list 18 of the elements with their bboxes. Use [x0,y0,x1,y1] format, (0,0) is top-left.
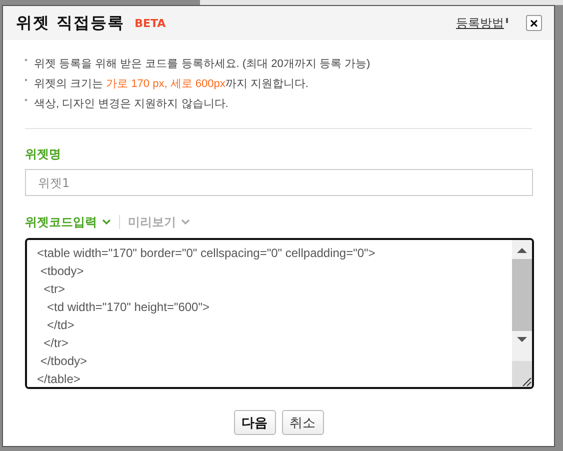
resize-grip-icon[interactable] [520,375,532,387]
beta-label: BETA [134,16,166,30]
cancel-button[interactable]: 취소 [282,410,324,435]
chevron-down-icon [181,219,190,225]
scroll-up-icon[interactable] [516,246,528,254]
note-text: 위젯의 크기는 가로 170 px, 세로 600px까지 지원합니다. [34,77,308,91]
note-text: 색상, 디자인 변경은 지원하지 않습니다. [34,97,228,111]
chevron-down-icon [102,219,111,225]
scrollbar[interactable] [512,240,532,387]
help-link[interactable]: 등록방법 [456,14,504,32]
scroll-down-icon[interactable] [516,336,528,344]
dialog-title: 위젯 직접등록 [16,12,125,34]
field-label: 위젯명 [25,146,62,163]
name-input-field[interactable]: 위젯1 [25,169,533,196]
note-text: 위젯 등록을 위해 받은 코드를 등록하세요. (최대 20개까지 등록 가능) [34,57,370,71]
code-input-field[interactable]: <table width="170" border="0" cellspacing="0" cellpadding="0"> <tbody> <tr> <td width="170" height="600"> </td> </tr> </tbody> </table> [25,238,534,389]
close-button[interactable]: × [526,15,542,31]
next-button[interactable]: 다음 [234,410,276,435]
